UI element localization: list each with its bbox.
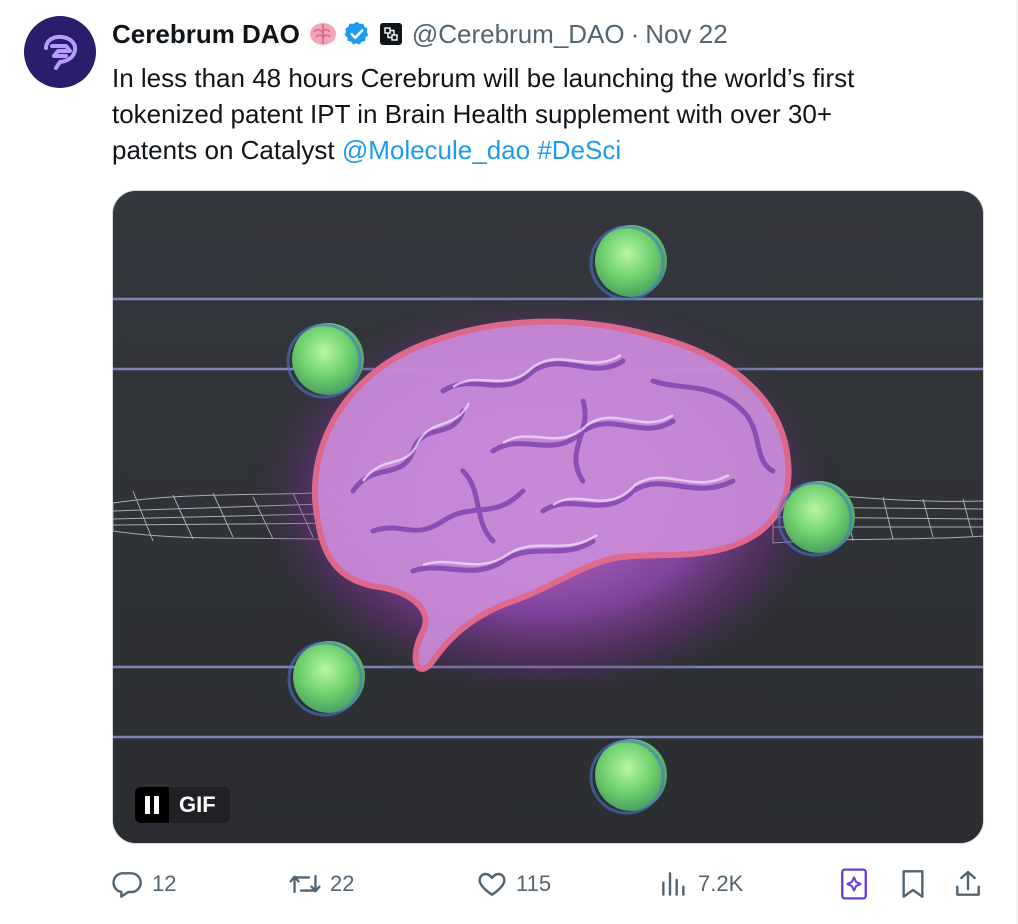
views-button[interactable]: 7.2K — [658, 864, 743, 904]
user-handle[interactable]: @Cerebrum_DAO — [412, 19, 625, 50]
retweet-button[interactable]: 22 — [288, 864, 354, 904]
tweet-action-bar: 12 22 115 7.2K — [112, 864, 992, 904]
brain-emoji-icon — [308, 21, 338, 47]
tweet-text-segment: patents on Catalyst — [112, 135, 342, 165]
reply-button[interactable]: 12 — [112, 864, 176, 904]
display-name[interactable]: Cerebrum DAO — [112, 19, 300, 50]
bookmark-icon — [898, 868, 928, 900]
brain-animation-frame — [113, 191, 983, 843]
tweet-text-line: patents on Catalyst @Molecule_dao #DeSci — [112, 132, 992, 168]
tweet-date[interactable]: Nov 22 — [645, 19, 727, 50]
retweet-icon — [288, 868, 322, 900]
reply-icon — [112, 868, 144, 900]
bookmark-button[interactable] — [898, 864, 928, 904]
pause-icon[interactable] — [135, 787, 169, 823]
mention-link[interactable]: @Molecule_dao — [342, 135, 530, 165]
separator-dot: · — [630, 18, 640, 49]
gif-badge[interactable]: GIF — [135, 787, 230, 823]
affiliate-badge-icon[interactable] — [379, 22, 403, 46]
verified-badge-icon[interactable] — [343, 20, 371, 48]
tweet-text-line: tokenized patent IPT in Brain Health sup… — [112, 99, 833, 129]
gif-media[interactable]: GIF — [112, 190, 984, 844]
hashtag-link[interactable]: #DeSci — [537, 135, 621, 165]
tweet-header: Cerebrum DAO @Cerebrum_DAO · Nov 22 — [112, 16, 728, 52]
share-icon — [952, 868, 984, 900]
share-button[interactable] — [952, 864, 984, 904]
grok-button[interactable] — [838, 864, 870, 904]
avatar[interactable] — [24, 16, 96, 88]
heart-icon — [476, 868, 508, 900]
brain-logo-icon — [44, 34, 78, 70]
like-count: 115 — [516, 871, 552, 896]
tweet-text: In less than 48 hours Cerebrum will be l… — [112, 60, 992, 168]
reply-count: 12 — [152, 871, 177, 896]
like-button[interactable]: 115 — [476, 864, 551, 904]
views-count: 7.2K — [698, 871, 744, 896]
gif-label: GIF — [169, 787, 230, 823]
tweet-text-line: In less than 48 hours Cerebrum will be l… — [112, 63, 855, 93]
retweet-count: 22 — [330, 871, 355, 896]
views-chart-icon — [658, 868, 690, 900]
grok-icon — [838, 867, 870, 901]
